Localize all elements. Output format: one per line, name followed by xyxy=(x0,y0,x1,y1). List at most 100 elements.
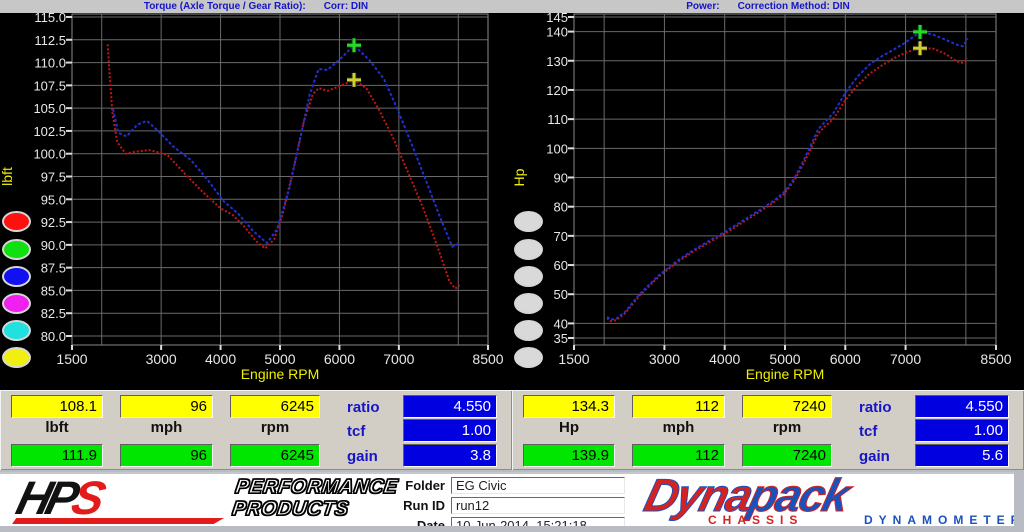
y-tick-label: 35 xyxy=(554,331,568,346)
run-select-button-2[interactable] xyxy=(514,239,543,260)
peak-marker-yellow xyxy=(346,72,361,87)
ratio-label: ratio xyxy=(347,399,380,416)
run-select-button-4[interactable] xyxy=(2,293,31,314)
footer: HPS PERFORMANCE PRODUCTS Folder Run ID D… xyxy=(0,469,1024,532)
torque-header-title: Torque (Axle Torque / Gear Ratio): xyxy=(143,1,306,12)
y-tick-label: 102.5 xyxy=(33,124,66,139)
run-id-input[interactable] xyxy=(451,497,625,514)
gain-value: 5.6 xyxy=(915,444,1009,467)
y-tick-label: 100 xyxy=(546,141,568,156)
dynapack-logo: Dynapack CHASSIS DYNAMOMETERS xyxy=(639,469,1024,528)
hps-logo: HPS xyxy=(11,470,106,525)
torque-cursor-value: 108.1 xyxy=(11,395,103,418)
y-tick-label: 110 xyxy=(547,112,568,127)
x-tick-label: 1500 xyxy=(56,351,87,367)
y-tick-label: 107.5 xyxy=(33,78,66,93)
tcf-label: tcf xyxy=(859,423,878,440)
torque-run-blue xyxy=(112,43,459,249)
dyno-app-window: Torque (Axle Torque / Gear Ratio): Corr:… xyxy=(0,0,1024,532)
gain-label: gain xyxy=(347,448,378,465)
x-tick-label: 7000 xyxy=(890,351,921,367)
run-select-button-4[interactable] xyxy=(514,293,543,314)
readout-area: 108.1 96 6245 lbft mph rpm 111.9 96 6245… xyxy=(0,390,1024,470)
rpm-peak-value: 7240 xyxy=(742,444,832,467)
x-tick-label: 1500 xyxy=(558,351,589,367)
power-chart-header: Power: Correction Method: DIN xyxy=(512,0,1024,14)
y-tick-label: 120 xyxy=(546,83,568,98)
x-axis-title: Engine RPM xyxy=(746,366,825,382)
run-select-button-1[interactable] xyxy=(2,211,31,232)
x-tick-label: 3000 xyxy=(649,351,680,367)
torque-readout-panel: 108.1 96 6245 lbft mph rpm 111.9 96 6245… xyxy=(0,390,512,470)
torque-run-red xyxy=(106,44,461,291)
run-select-button-5[interactable] xyxy=(2,320,31,341)
y-tick-label: 110.0 xyxy=(34,56,66,71)
hps-logo-tagline: PERFORMANCE PRODUCTS xyxy=(230,475,400,520)
run-select-button-3[interactable] xyxy=(2,266,31,287)
y-tick-label: 85.0 xyxy=(41,283,66,298)
y-tick-label: 60 xyxy=(554,258,568,273)
speed-peak-value: 96 xyxy=(120,444,213,467)
chart-headers: Torque (Axle Torque / Gear Ratio): Corr:… xyxy=(0,0,1024,14)
speed-cursor-value: 96 xyxy=(120,395,213,418)
torque-header-correction: Corr: DIN xyxy=(323,1,369,12)
torque-chart-panel: 115.0 112.5 110.0 107.5 105.0 102.5 100.0 97.5 9… xyxy=(0,13,512,390)
run-select-button-3[interactable] xyxy=(514,266,543,287)
hps-tagline-line1: PERFORMANCE xyxy=(233,475,400,498)
peak-marker-yellow xyxy=(913,41,928,56)
y-tick-label: 80.0 xyxy=(41,329,66,344)
y-tick-label: 140 xyxy=(546,25,568,40)
x-tick-label: 3000 xyxy=(146,351,177,367)
y-tick-label: 100.0 xyxy=(33,147,66,162)
x-tick-label: 8500 xyxy=(980,351,1011,367)
y-tick-label: 130 xyxy=(546,54,568,69)
run-select-button-1[interactable] xyxy=(514,211,543,232)
y-tick-label: 145 xyxy=(546,13,568,25)
folder-label: Folder xyxy=(405,478,445,493)
power-cursor-value: 134.3 xyxy=(523,395,615,418)
y-tick-label: 80 xyxy=(554,200,568,215)
y-tick-label: 95.0 xyxy=(41,192,66,207)
y-axis-title: lbft xyxy=(0,167,15,186)
run-select-button-6[interactable] xyxy=(514,347,543,368)
y-tick-label: 112.5 xyxy=(34,33,66,48)
tcf-value: 1.00 xyxy=(403,419,497,442)
x-tick-label: 5000 xyxy=(264,351,295,367)
speed-unit-label: mph xyxy=(662,419,695,436)
x-tick-label: 8500 xyxy=(472,351,503,367)
rpm-unit-label: rpm xyxy=(772,419,802,436)
power-readout-panel: 134.3 112 7240 Hp mph rpm 139.9 112 7240… xyxy=(512,390,1024,470)
x-tick-label: 6000 xyxy=(830,351,861,367)
speed-cursor-value: 112 xyxy=(632,395,725,418)
rpm-cursor-value: 6245 xyxy=(230,395,320,418)
rpm-cursor-value: 7240 xyxy=(742,395,832,418)
hps-tagline-line2: PRODUCTS xyxy=(230,497,351,520)
power-run-blue xyxy=(606,30,969,321)
ratio-label: ratio xyxy=(859,399,892,416)
speed-peak-value: 112 xyxy=(632,444,725,467)
run-select-button-2[interactable] xyxy=(2,239,31,260)
y-tick-label: 105.0 xyxy=(33,101,66,116)
x-tick-label: 6000 xyxy=(324,351,355,367)
folder-input[interactable] xyxy=(451,477,625,494)
power-run-red xyxy=(606,47,969,323)
dynapack-chassis-text: CHASSIS xyxy=(708,513,804,527)
power-header-title: Power: xyxy=(686,1,720,12)
peak-marker-green xyxy=(913,24,928,39)
ratio-value: 4.550 xyxy=(403,395,497,418)
gain-label: gain xyxy=(859,448,890,465)
y-tick-label: 90 xyxy=(554,171,568,186)
power-chart: 145140 130 120 110 100 90 80 70 60 50 4035 1500 3000… xyxy=(512,13,1012,382)
run-select-button-5[interactable] xyxy=(514,320,543,341)
run-id-label: Run ID xyxy=(403,498,445,513)
gain-value: 3.8 xyxy=(403,444,497,467)
y-tick-label: 70 xyxy=(554,229,568,244)
power-chart-panel: 145 140 130 120 110 100 90 80 70 60 50 40 35 1500 3000… xyxy=(512,13,1024,390)
hps-logo-underline xyxy=(12,518,224,524)
y-axis-title: Hp xyxy=(512,168,527,186)
power-header-correction: Correction Method: DIN xyxy=(737,1,850,12)
power-unit-label: Hp xyxy=(559,419,579,436)
y-tick-label: 40 xyxy=(554,316,568,331)
run-select-button-6[interactable] xyxy=(2,347,31,368)
run-id-field-row: Run ID xyxy=(393,497,625,514)
